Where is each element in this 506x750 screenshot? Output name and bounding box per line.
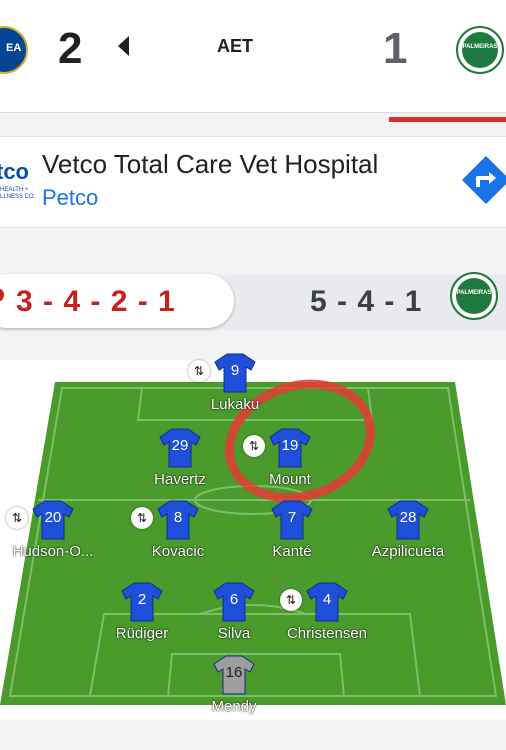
shirt-number: 4 [322, 591, 332, 608]
shirt-number: 29 [171, 437, 189, 454]
ad-title[interactable]: Vetco Total Care Vet Hospital [42, 149, 378, 180]
home-team-crest[interactable]: EA [0, 26, 28, 74]
palmeiras-crest-icon [462, 32, 498, 68]
player-name: Kanté [272, 543, 312, 560]
home-score: 2 [58, 24, 83, 73]
substitution-icon: ⇅ [188, 360, 210, 382]
shirt-number: 28 [399, 509, 417, 526]
shirt-number: 20 [44, 509, 62, 526]
player-hudsono[interactable]: 20 Hudson-O... ⇅ [0, 497, 108, 577]
player-christensen[interactable]: 4 Christensen ⇅ [272, 579, 382, 659]
directions-icon[interactable] [462, 156, 506, 204]
player-name: Mendy [211, 698, 257, 715]
substitution-icon: ⇅ [131, 507, 153, 529]
shirt-number: 8 [173, 509, 183, 526]
player-name: Havertz [154, 471, 206, 488]
ad-logo-small: HEALTH + LLNESS CO. [0, 187, 36, 200]
substitution-icon: ⇅ [6, 507, 28, 529]
substitution-icon: ⇅ [280, 589, 302, 611]
shirt-number: 6 [229, 591, 239, 608]
away-score: 1 [383, 24, 408, 73]
substitution-icon: ⇅ [243, 435, 265, 457]
active-tab-indicator [389, 117, 506, 122]
player-havertz[interactable]: 29 Havertz [125, 425, 235, 505]
away-team-crest[interactable]: PALMEIRAS [456, 26, 504, 74]
player-name: Azpilicueta [371, 543, 445, 560]
player-name: Kovacic [151, 543, 205, 560]
away-formation[interactable]: 5 - 4 - 1 [310, 285, 422, 319]
ad-subtitle[interactable]: Petco [42, 185, 98, 211]
shirt-number: 7 [287, 509, 297, 526]
petco-logo: tco HEALTH + LLNESS CO. [0, 159, 40, 209]
palmeiras-crest-icon [456, 278, 492, 314]
away-formation-crest[interactable]: PALMEIRAS [450, 272, 498, 320]
player-mendy[interactable]: 16 Mendy [179, 652, 289, 732]
match-status: AET [217, 36, 253, 56]
home-crest-text: EA [6, 42, 22, 54]
player-lukaku[interactable]: 9 Lukaku ⇅ [180, 350, 290, 430]
shirt-number: 9 [230, 362, 240, 379]
player-name: Christensen [286, 625, 368, 642]
shirt-number: 2 [137, 591, 147, 608]
away-crest-text: PALMEIRAS [462, 44, 498, 50]
player-azpilicueta[interactable]: 28 Azpilicueta [353, 497, 463, 577]
home-formation: 3 - 4 - 2 - 1 [16, 285, 176, 318]
shirt-number: 19 [281, 437, 299, 454]
player-name: Mount [269, 471, 311, 488]
player-name: Hudson-O... [12, 543, 94, 560]
player-mount[interactable]: 19 Mount ⇅ [235, 425, 345, 505]
score-header: EA 2 AET 1 PALMEIRAS [0, 0, 506, 113]
player-name: Lukaku [210, 396, 260, 413]
shirt-number: 16 [225, 664, 243, 681]
ad-card[interactable]: tco HEALTH + LLNESS CO. Vetco Total Care… [0, 136, 506, 228]
ad-logo-text: tco [0, 159, 29, 184]
player-kovacic[interactable]: 8 Kovacic ⇅ [123, 497, 233, 577]
player-kant[interactable]: 7 Kanté [237, 497, 347, 577]
chevron-left-icon[interactable] [118, 36, 129, 56]
away-form-crest-text: PALMEIRAS [456, 290, 492, 296]
